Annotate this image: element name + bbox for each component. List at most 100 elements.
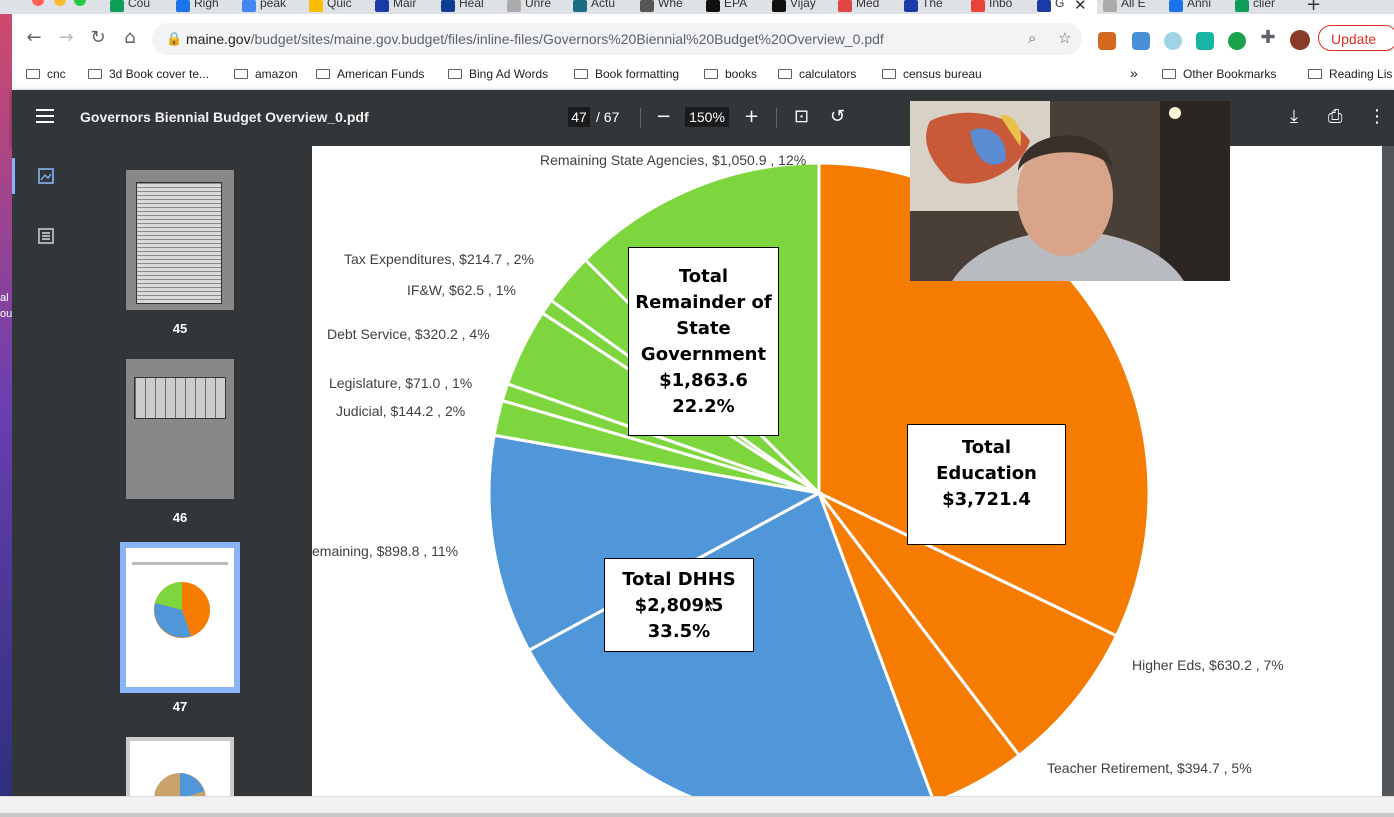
browser-tab[interactable]: Actu [573, 0, 631, 14]
close-window-button[interactable] [32, 0, 44, 6]
browser-tab[interactable]: The [904, 0, 962, 14]
thumbnail-page-number: 46 [172, 510, 188, 525]
pdf-viewer[interactable]: Remaining State Agencies, $1,050.9 , 12%… [312, 146, 1394, 796]
browser-tab[interactable]: Quic [309, 0, 367, 14]
tab-favicon-icon [1169, 0, 1183, 12]
bookmarks-overflow-button[interactable]: » [1130, 65, 1138, 81]
folder-icon [574, 69, 588, 79]
tab-favicon-icon [904, 0, 918, 12]
bookmarks-bar: cnc 3d Book cover te... amazon American Fun… [12, 62, 1394, 91]
bookmark-folder[interactable]: census bureau [882, 67, 982, 81]
tab-title: Quic [327, 0, 352, 10]
new-tab-button[interactable]: + [1306, 0, 1321, 14]
extension-icon-1[interactable] [1098, 32, 1116, 50]
tab-title: Unre [525, 0, 552, 10]
zoom-in-button[interactable]: + [744, 106, 759, 127]
pdf-sidebar: 45 46 47 [12, 146, 312, 817]
browser-tab[interactable]: G [1037, 0, 1097, 14]
home-button[interactable]: ⌂ [116, 24, 144, 52]
tab-favicon-icon [507, 0, 521, 12]
thumbnail-table-preview [134, 377, 226, 419]
reload-button[interactable]: ↻ [84, 24, 112, 52]
browser-tab[interactable]: clier [1235, 0, 1293, 14]
pie-data-label: IF&W, $62.5 , 1% [407, 282, 516, 298]
thumbnail-table-preview [136, 182, 222, 304]
tab-favicon-icon [375, 0, 389, 12]
tab-title: clier [1253, 0, 1276, 10]
tab-title: G [1055, 0, 1065, 10]
bottom-strip [0, 796, 1394, 813]
bookmark-folder[interactable]: books [704, 67, 757, 81]
pie-data-label: Remaining State Agencies, $1,050.9 , 12% [540, 152, 806, 168]
extension-icon-4[interactable] [1196, 32, 1214, 50]
profile-avatar[interactable] [1290, 30, 1310, 50]
update-button[interactable]: Update [1318, 25, 1394, 51]
browser-tab[interactable]: Cou [110, 0, 168, 14]
zoom-window-button[interactable] [74, 0, 86, 6]
browser-tab[interactable]: Inbo [971, 0, 1029, 14]
tab-favicon-icon [176, 0, 190, 12]
tab-title: Cou [128, 0, 151, 10]
browser-toolbar: ← → ↻ ⌂ 🔒 maine.gov/budget/sites/maine.g… [12, 14, 1394, 62]
bookmark-folder[interactable]: American Funds [316, 67, 424, 81]
bookmark-folder[interactable]: cnc [26, 67, 66, 81]
more-options-icon[interactable]: ⋮ [1368, 106, 1386, 127]
bookmark-folder[interactable]: Book formatting [574, 67, 679, 81]
minimize-window-button[interactable] [54, 0, 66, 6]
folder-icon [88, 69, 102, 79]
back-button[interactable]: ← [20, 24, 48, 52]
viewer-scrollbar[interactable] [1382, 146, 1394, 796]
bookmark-folder[interactable]: amazon [234, 67, 298, 81]
outline-icon[interactable] [38, 228, 54, 244]
pie-data-label: Teacher Retirement, $394.7 , 5% [1047, 760, 1252, 776]
browser-tab[interactable]: Righ [176, 0, 234, 14]
browser-tab[interactable]: Med [838, 0, 896, 14]
extensions-puzzle-icon[interactable]: ✚ [1254, 24, 1282, 52]
extension-icon-5[interactable] [1228, 32, 1246, 50]
browser-tab[interactable]: EPA [706, 0, 764, 14]
extension-icon-2[interactable] [1132, 32, 1150, 50]
bookmark-folder[interactable]: 3d Book cover te... [88, 67, 209, 81]
page-thumbnail-46[interactable] [126, 359, 234, 499]
url-text[interactable]: maine.gov/budget/sites/maine.gov.budget/… [186, 31, 884, 47]
zoom-icon[interactable]: ⌕ [1028, 29, 1036, 47]
bookmark-folder[interactable]: Bing Ad Words [448, 67, 548, 81]
tab-favicon-icon [1037, 0, 1051, 12]
page-thumbnail-45[interactable] [126, 170, 234, 310]
page-number-input[interactable]: 47 [568, 107, 590, 127]
print-icon[interactable]: ⎙ [1328, 106, 1342, 127]
tab-favicon-icon [640, 0, 654, 12]
fit-page-icon[interactable]: ⊡ [794, 106, 809, 127]
desktop-window-fragment: al i ou [0, 292, 12, 320]
tab-favicon-icon [110, 0, 124, 12]
pie-data-label: Tax Expenditures, $214.7 , 2% [344, 251, 534, 267]
browser-tab[interactable]: Unre [507, 0, 565, 14]
extension-icon-3[interactable] [1164, 32, 1182, 50]
page-thumbnail-47[interactable] [120, 542, 240, 693]
reading-list-icon [1308, 69, 1322, 79]
download-icon[interactable]: ⤓ [1290, 106, 1298, 127]
browser-tab-strip: Cou Righ peak Quic Mair Heal Unre Actu Whe EPA Vij… [0, 0, 1394, 14]
bookmark-folder[interactable]: calculators [778, 67, 856, 81]
forward-button[interactable]: → [52, 24, 80, 52]
other-bookmarks-folder[interactable]: Other Bookmarks [1162, 67, 1276, 81]
rotate-icon[interactable]: ↺ [830, 106, 845, 127]
toolbar-divider [776, 108, 777, 128]
thumbnails-icon[interactable] [38, 168, 54, 184]
tab-title: Whe [658, 0, 683, 10]
browser-tab[interactable]: Heal [441, 0, 499, 14]
browser-tab[interactable]: All E [1103, 0, 1161, 14]
reading-list-button[interactable]: Reading Lis [1308, 67, 1392, 81]
address-bar[interactable]: 🔒 maine.gov/budget/sites/maine.gov.budge… [152, 23, 1082, 55]
bookmark-star-icon[interactable]: ☆ [1058, 29, 1071, 47]
tab-title: Actu [591, 0, 616, 10]
browser-tab[interactable]: peak [242, 0, 300, 14]
browser-tab[interactable]: Whe [640, 0, 698, 14]
zoom-level-input[interactable]: 150% [685, 107, 729, 127]
close-tab-icon[interactable]: ✕ [1074, 0, 1087, 14]
browser-tab[interactable]: Anni [1169, 0, 1227, 14]
browser-tab[interactable]: Vijay [772, 0, 830, 14]
browser-tab[interactable]: Mair [375, 0, 433, 14]
zoom-out-button[interactable]: − [656, 106, 671, 127]
menu-icon[interactable] [36, 109, 54, 111]
